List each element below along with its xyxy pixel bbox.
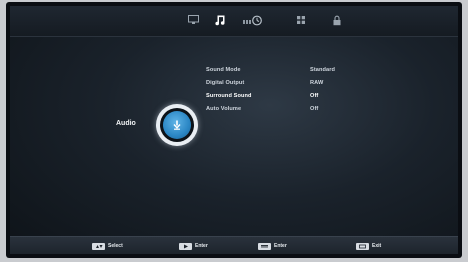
hint-label: Exit bbox=[372, 243, 382, 249]
setting-label: Digital Output bbox=[206, 80, 245, 86]
tabbar-divider bbox=[10, 36, 458, 37]
category-tabbar bbox=[10, 6, 458, 36]
hint-select: Select bbox=[92, 242, 123, 250]
menu-screen: Sound Mode Standard Digital Output RAW S… bbox=[10, 6, 458, 254]
hint-label: Select bbox=[108, 243, 123, 249]
hint-label: Enter bbox=[274, 243, 287, 249]
setting-row-auto-volume[interactable]: Auto Volume Off bbox=[206, 103, 356, 116]
monitor-icon bbox=[187, 15, 199, 24]
tab-picture[interactable] bbox=[184, 13, 202, 27]
speaker-icon bbox=[163, 111, 191, 139]
ok-key-icon bbox=[179, 242, 192, 250]
tab-audio[interactable] bbox=[211, 13, 229, 27]
setting-value: Standard bbox=[310, 67, 336, 73]
setting-label: Sound Mode bbox=[206, 67, 241, 73]
grid-icon bbox=[297, 16, 305, 24]
setting-label: Surround Sound bbox=[206, 93, 252, 99]
music-note-icon bbox=[214, 15, 224, 25]
setting-value: RAW bbox=[310, 80, 324, 86]
tab-time[interactable] bbox=[242, 13, 264, 27]
hint-enter-menu: Enter bbox=[258, 242, 287, 250]
setting-row-digital-output[interactable]: Digital Output RAW bbox=[206, 77, 356, 90]
menu-key-icon bbox=[258, 242, 271, 250]
setting-row-surround-sound[interactable]: Surround Sound Off bbox=[206, 90, 356, 103]
updown-key-icon bbox=[92, 242, 105, 250]
hint-exit: Exit bbox=[356, 242, 381, 250]
tv-bezel: Sound Mode Standard Digital Output RAW S… bbox=[6, 2, 462, 258]
hint-bar: Select Enter Enter Exit bbox=[10, 236, 458, 254]
setting-value: Off bbox=[310, 93, 319, 99]
padlock-icon bbox=[333, 15, 341, 25]
setting-value: Off bbox=[310, 106, 319, 112]
exit-key-icon bbox=[356, 242, 369, 250]
section-title: Audio bbox=[116, 120, 136, 127]
clock-icon bbox=[243, 15, 262, 25]
hint-enter-ok: Enter bbox=[179, 242, 208, 250]
hint-label: Enter bbox=[195, 243, 208, 249]
tab-setup[interactable] bbox=[292, 13, 310, 27]
setting-label: Auto Volume bbox=[206, 106, 242, 112]
audio-settings-list: Sound Mode Standard Digital Output RAW S… bbox=[206, 64, 356, 116]
tab-lock[interactable] bbox=[328, 13, 346, 27]
setting-row-sound-mode[interactable]: Sound Mode Standard bbox=[206, 64, 356, 77]
